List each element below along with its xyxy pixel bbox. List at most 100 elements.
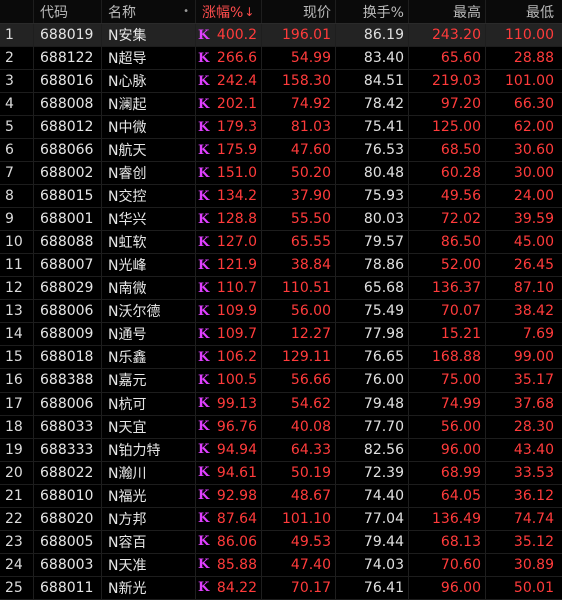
table-row[interactable]: 3 688016 N心脉 K 242.4 158.30 84.51 219.03 101.00 xyxy=(0,70,562,94)
table-row[interactable]: 15 688018 N乐鑫 K 106.2 129.11 76.65 168.88 99.00 xyxy=(0,346,562,370)
current-price: 56.66 xyxy=(262,369,336,392)
table-row[interactable]: 1 688019 N安集 K 400.2 196.01 86.19 243.20 110.00 xyxy=(0,24,562,48)
k-flag-icon: K xyxy=(198,419,210,435)
turnover-pct: 78.42 xyxy=(336,93,409,116)
table-row[interactable]: 24 688003 N天准 K 85.88 47.40 74.03 70.60 30.89 xyxy=(0,553,562,577)
change-pct: 86.06 xyxy=(216,533,257,550)
high-price: 74.99 xyxy=(409,392,486,415)
stock-code: 688018 xyxy=(34,346,102,369)
current-price: 40.08 xyxy=(262,415,336,438)
stock-name: N铂力特 xyxy=(102,438,196,461)
turnover-pct: 86.19 xyxy=(336,24,409,47)
turnover-pct: 77.70 xyxy=(336,415,409,438)
k-flag-icon: K xyxy=(198,142,210,158)
row-index: 14 xyxy=(0,323,34,346)
k-flag-icon: K xyxy=(198,488,210,504)
change-pct-cell: K 202.1 xyxy=(196,93,262,116)
table-row[interactable]: 16 688388 N嘉元 K 100.5 56.66 76.00 75.00 35.17 xyxy=(0,369,562,393)
change-pct-cell: K 179.3 xyxy=(196,116,262,139)
table-row[interactable]: 23 688005 N容百 K 86.06 49.53 79.44 68.13 35.12 xyxy=(0,530,562,554)
high-price: 168.88 xyxy=(409,346,486,369)
table-row[interactable]: 7 688002 N睿创 K 151.0 50.20 80.48 60.28 30.00 xyxy=(0,162,562,186)
low-price: 99.00 xyxy=(513,349,554,366)
header-low[interactable]: 最低 xyxy=(486,0,562,23)
stock-name: N安集 xyxy=(102,24,196,47)
header-name[interactable]: 名称 • xyxy=(102,0,196,23)
low-price: 35.12 xyxy=(513,533,554,550)
column-menu-icon[interactable]: • xyxy=(183,6,189,17)
header-turnover[interactable]: 换手% xyxy=(336,0,409,23)
row-index: 4 xyxy=(0,93,34,116)
row-index: 3 xyxy=(0,70,34,93)
turnover-pct: 80.48 xyxy=(336,162,409,185)
k-flag-icon: K xyxy=(198,188,210,204)
row-index: 12 xyxy=(0,277,34,300)
k-flag-icon: K xyxy=(198,349,210,365)
table-row[interactable]: 18 688033 N天宜 K 96.76 40.08 77.70 56.00 28.30 xyxy=(0,415,562,439)
table-row[interactable]: 5 688012 N中微 K 179.3 81.03 75.41 125.00 62.00 xyxy=(0,116,562,140)
current-price: 70.17 xyxy=(262,576,336,599)
stock-name: N福光 xyxy=(102,484,196,507)
change-pct-cell: K 110.7 xyxy=(196,277,262,300)
change-pct-cell: K 87.64 xyxy=(196,507,262,530)
row-index: 7 xyxy=(0,162,34,185)
change-pct-cell: K 266.6 xyxy=(196,47,262,70)
current-price: 54.99 xyxy=(262,47,336,70)
table-row[interactable]: 8 688015 N交控 K 134.2 37.90 75.93 49.56 24.00 xyxy=(0,185,562,209)
table-row[interactable]: 11 688007 N光峰 K 121.9 38.84 78.86 52.00 26.45 xyxy=(0,254,562,278)
stock-name: N方邦 xyxy=(102,507,196,530)
table-row[interactable]: 14 688009 N通号 K 109.7 12.27 77.98 15.21 7.69 xyxy=(0,323,562,347)
header-change-pct[interactable]: 涨幅% ↓ xyxy=(196,0,262,23)
change-pct-cell: K 127.0 xyxy=(196,231,262,254)
high-price: 64.05 xyxy=(409,484,486,507)
table-row[interactable]: 17 688006 N杭可 K 99.13 54.62 79.48 74.99 37.68 xyxy=(0,392,562,416)
stock-name: N航天 xyxy=(102,139,196,162)
change-pct: 242.4 xyxy=(216,73,257,90)
stock-code: 688012 xyxy=(34,116,102,139)
high-price: 125.00 xyxy=(409,116,486,139)
current-price: 47.40 xyxy=(262,553,336,576)
table-row[interactable]: 20 688022 N瀚川 K 94.61 50.19 72.39 68.99 33.53 xyxy=(0,461,562,485)
high-price: 72.02 xyxy=(409,208,486,231)
table-row[interactable]: 25 688011 N新光 K 84.22 70.17 76.41 96.00 50.01 xyxy=(0,576,562,600)
change-pct: 84.22 xyxy=(216,579,257,596)
stock-code: 688122 xyxy=(34,47,102,70)
turnover-pct: 84.51 xyxy=(336,70,409,93)
stock-name: N天准 xyxy=(102,553,196,576)
current-price: 56.00 xyxy=(262,300,336,323)
table-row[interactable]: 9 688001 N华兴 K 128.8 55.50 80.03 72.02 39.59 xyxy=(0,208,562,232)
high-price: 65.60 xyxy=(409,47,486,70)
change-pct-cell: K 99.13 xyxy=(196,392,262,415)
k-flag-icon: K xyxy=(198,73,210,89)
low-price: 7.69 xyxy=(522,326,554,343)
table-row[interactable]: 4 688008 N澜起 K 202.1 74.92 78.42 97.20 66.30 xyxy=(0,93,562,117)
low-price: 28.30 xyxy=(513,418,554,435)
header-high[interactable]: 最高 xyxy=(409,0,486,23)
current-price: 54.62 xyxy=(262,392,336,415)
table-row[interactable]: 21 688010 N福光 K 92.98 48.67 74.40 64.05 36.12 xyxy=(0,484,562,508)
stock-name: N沃尔德 xyxy=(102,300,196,323)
k-flag-icon: K xyxy=(198,280,210,296)
turnover-pct: 74.03 xyxy=(336,553,409,576)
table-row[interactable]: 10 688088 N虹软 K 127.0 65.55 79.57 86.50 45.00 xyxy=(0,231,562,255)
header-code[interactable]: 代码 xyxy=(34,0,102,23)
stock-name: N交控 xyxy=(102,185,196,208)
change-pct: 179.3 xyxy=(216,119,257,136)
k-flag-icon: K xyxy=(198,465,210,481)
table-row[interactable]: 2 688122 N超导 K 266.6 54.99 83.40 65.60 28.88 xyxy=(0,47,562,71)
stock-code: 688010 xyxy=(34,484,102,507)
k-flag-icon: K xyxy=(198,372,210,388)
current-price: 65.55 xyxy=(262,231,336,254)
table-row[interactable]: 22 688020 N方邦 K 87.64 101.10 77.04 136.49 74.74 xyxy=(0,507,562,531)
table-row[interactable]: 19 688333 N铂力特 K 94.94 64.33 82.56 96.00 43.40 xyxy=(0,438,562,462)
table-row[interactable]: 6 688066 N航天 K 175.9 47.60 76.53 68.50 30.60 xyxy=(0,139,562,163)
table-row[interactable]: 13 688006 N沃尔德 K 109.9 56.00 75.49 70.07 38.42 xyxy=(0,300,562,324)
table-row[interactable]: 12 688029 N南微 K 110.7 110.51 65.68 136.37 87.10 xyxy=(0,277,562,301)
change-pct: 94.94 xyxy=(216,441,257,458)
header-price[interactable]: 现价 xyxy=(262,0,336,23)
change-pct: 106.2 xyxy=(216,349,257,366)
stock-code: 688088 xyxy=(34,231,102,254)
sort-desc-icon: ↓ xyxy=(244,4,255,19)
turnover-pct: 65.68 xyxy=(336,277,409,300)
change-pct-cell: K 242.4 xyxy=(196,70,262,93)
